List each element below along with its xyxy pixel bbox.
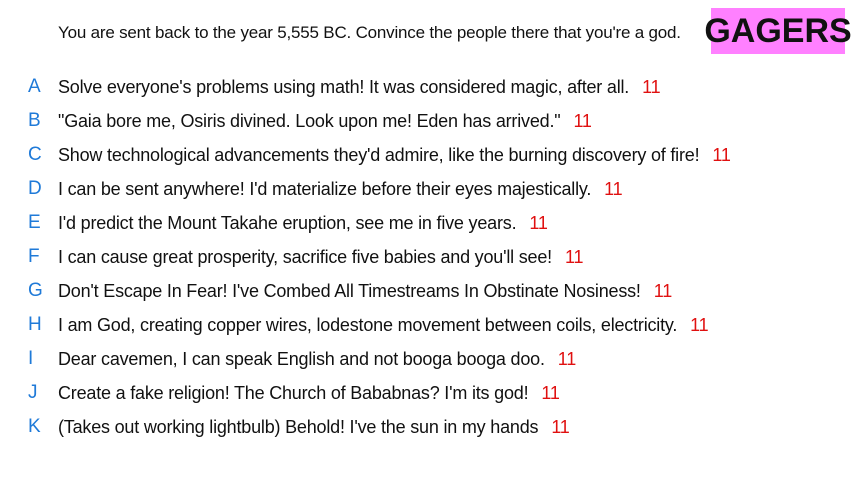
answer-item-i[interactable]: I Dear cavemen, I can speak English and … — [0, 342, 853, 376]
answer-text-content: I can cause great prosperity, sacrifice … — [58, 246, 552, 267]
answer-text: Show technological advancements they'd a… — [58, 145, 731, 166]
answer-text: Don't Escape In Fear! I've Combed All Ti… — [58, 281, 672, 302]
answer-letter: K — [28, 416, 41, 437]
answer-item-h[interactable]: H I am God, creating copper wires, lodes… — [0, 308, 853, 342]
answer-letter: C — [28, 144, 42, 165]
answer-item-b[interactable]: B "Gaia bore me, Osiris divined. Look up… — [0, 104, 853, 138]
answer-score: 11 — [642, 76, 661, 97]
answer-letter: D — [28, 178, 42, 199]
answer-item-a[interactable]: A Solve everyone's problems using math! … — [0, 70, 853, 104]
answer-text: Solve everyone's problems using math! It… — [58, 76, 661, 98]
answer-score: 11 — [604, 178, 623, 199]
answer-item-k[interactable]: K (Takes out working lightbulb) Behold! … — [0, 410, 853, 444]
answer-text-content: Don't Escape In Fear! I've Combed All Ti… — [58, 280, 641, 301]
answer-score: 11 — [653, 280, 673, 301]
answer-text: I am God, creating copper wires, lodesto… — [58, 314, 709, 336]
answer-text: I'd predict the Mount Takahe eruption, s… — [58, 213, 548, 234]
question-prompt: You are sent back to the year 5,555 BC. … — [58, 23, 681, 42]
answer-text: I can be sent anywhere! I'd materialize … — [58, 178, 623, 200]
answer-score: 11 — [541, 382, 560, 403]
answer-letter: B — [28, 110, 41, 131]
answer-text: I can cause great prosperity, sacrifice … — [58, 247, 583, 268]
answer-text-content: Dear cavemen, I can speak English and no… — [58, 348, 545, 369]
answer-text-content: Solve everyone's problems using math! It… — [58, 76, 630, 97]
answer-item-e[interactable]: E I'd predict the Mount Takahe eruption,… — [0, 206, 853, 240]
answer-score: 11 — [551, 416, 570, 437]
brand-logo: GAGERS — [704, 8, 852, 54]
answer-score: 11 — [564, 246, 584, 267]
answer-letter: F — [28, 246, 40, 267]
answer-item-c[interactable]: C Show technological advancements they'd… — [0, 138, 853, 172]
answer-score: 11 — [557, 348, 577, 369]
answer-text-content: I'd predict the Mount Takahe eruption, s… — [58, 212, 517, 233]
answer-text-content: I can be sent anywhere! I'd materialize … — [58, 178, 592, 199]
answer-score: 11 — [529, 212, 548, 233]
answer-text: Dear cavemen, I can speak English and no… — [58, 349, 576, 370]
answer-letter: E — [28, 212, 41, 233]
answer-letter: J — [28, 382, 38, 403]
answer-letter: H — [28, 314, 42, 335]
answer-item-f[interactable]: F I can cause great prosperity, sacrific… — [0, 240, 853, 274]
answer-score: 11 — [690, 314, 709, 335]
answer-letter: G — [28, 280, 43, 301]
answer-item-g[interactable]: G Don't Escape In Fear! I've Combed All … — [0, 274, 853, 308]
answer-item-j[interactable]: J Create a fake religion! The Church of … — [0, 376, 853, 410]
answer-letter: A — [28, 76, 41, 97]
answer-item-d[interactable]: D I can be sent anywhere! I'd materializ… — [0, 172, 853, 206]
answer-text-content: Create a fake religion! The Church of Ba… — [58, 382, 529, 403]
answer-text-content: I am God, creating copper wires, lodesto… — [58, 314, 678, 335]
answer-text-content: "Gaia bore me, Osiris divined. Look upon… — [58, 110, 561, 131]
answer-score: 11 — [573, 110, 592, 131]
answer-text: "Gaia bore me, Osiris divined. Look upon… — [58, 111, 592, 132]
answer-score: 11 — [712, 144, 731, 165]
answer-text-content: (Takes out working lightbulb) Behold! I'… — [58, 416, 539, 437]
answer-letter: I — [28, 348, 34, 369]
answer-list: A Solve everyone's problems using math! … — [0, 70, 853, 444]
answer-text: (Takes out working lightbulb) Behold! I'… — [58, 417, 570, 438]
answer-text-content: Show technological advancements they'd a… — [58, 144, 700, 165]
answer-text: Create a fake religion! The Church of Ba… — [58, 383, 560, 404]
